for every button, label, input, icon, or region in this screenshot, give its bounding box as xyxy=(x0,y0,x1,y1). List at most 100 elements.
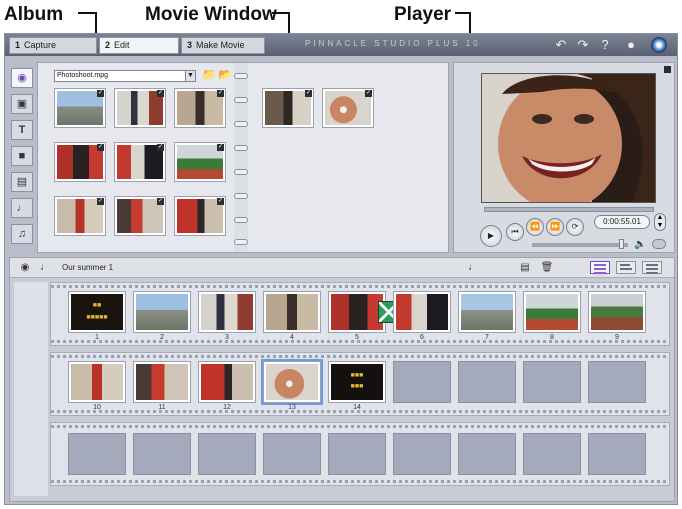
empty-storyboard-slot[interactable] xyxy=(133,433,191,475)
preview-frame xyxy=(482,74,655,202)
clip-number: 10 xyxy=(93,404,101,411)
empty-storyboard-slot[interactable] xyxy=(458,361,516,403)
fullscreen-icon[interactable] xyxy=(652,239,666,249)
scene-image xyxy=(136,364,188,400)
clip-number: 8 xyxy=(550,334,554,341)
video-icon[interactable]: ◉ xyxy=(11,68,33,88)
title-bar: 1 Capture 2 Edit 3 Make Movie PINNACLE STUD… xyxy=(5,34,677,56)
storyboard-clip[interactable] xyxy=(588,291,646,333)
empty-storyboard-slot[interactable] xyxy=(328,433,386,475)
album-callout: Album xyxy=(4,4,64,25)
tab-make-movie[interactable]: 3 Make Movie xyxy=(181,37,265,54)
storyboard-clip[interactable] xyxy=(458,291,516,333)
movie-window-callout-line xyxy=(272,12,289,14)
timeline-view-button[interactable] xyxy=(616,261,636,274)
empty-storyboard-slot[interactable] xyxy=(588,361,646,403)
used-check-icon: ✓ xyxy=(97,144,104,151)
empty-storyboard-slot[interactable] xyxy=(588,433,646,475)
tab-capture[interactable]: 1 Capture xyxy=(9,37,97,54)
storyboard-view-button[interactable] xyxy=(590,261,610,274)
album-scene[interactable]: ✓ xyxy=(114,88,166,128)
menu-icon[interactable]: ▤ xyxy=(11,172,33,192)
play-icon[interactable]: ▶ xyxy=(480,225,502,247)
expand-icon[interactable] xyxy=(664,66,671,73)
album-ring xyxy=(234,121,248,127)
album-scene[interactable]: ✓ xyxy=(54,142,106,182)
tab-edit[interactable]: 2 Edit xyxy=(99,37,179,54)
clip-number: 4 xyxy=(290,334,294,341)
storyboard-clip[interactable] xyxy=(133,291,191,333)
sound-effects-icon[interactable]: ♩ xyxy=(11,198,33,218)
scene-image xyxy=(396,294,448,330)
album-scene[interactable]: ✓ xyxy=(54,196,106,236)
player-scrubber[interactable] xyxy=(484,207,654,212)
storyboard-clip[interactable] xyxy=(133,361,191,403)
trash-icon[interactable]: 🗑 xyxy=(540,261,554,274)
album-scene[interactable]: ✓ xyxy=(322,88,374,128)
clip-number: 14 xyxy=(353,404,361,411)
clip-number: 9 xyxy=(615,334,619,341)
rewind-icon[interactable]: ⏪ xyxy=(526,218,544,236)
album-scene[interactable]: ✓ xyxy=(114,142,166,182)
disc-icon[interactable] xyxy=(651,37,667,53)
album-scene[interactable]: ✓ xyxy=(114,196,166,236)
lightbulb-icon[interactable]: ● xyxy=(623,37,639,53)
clip-number: 2 xyxy=(160,334,164,341)
text-view-button[interactable] xyxy=(642,261,662,274)
storyboard-clip[interactable] xyxy=(68,361,126,403)
studio-app-window: 1 Capture 2 Edit 3 Make Movie PINNACLE STUD… xyxy=(4,33,678,505)
help-icon[interactable]: ? xyxy=(597,37,613,53)
empty-storyboard-slot[interactable] xyxy=(393,361,451,403)
loop-icon[interactable]: ⟳ xyxy=(566,218,584,236)
title-icon[interactable]: T xyxy=(11,120,33,140)
scene-image xyxy=(461,294,513,330)
empty-storyboard-slot[interactable] xyxy=(523,433,581,475)
storyboard-clip[interactable] xyxy=(523,291,581,333)
storyboard-clip[interactable] xyxy=(198,361,256,403)
photo-icon[interactable]: ■ xyxy=(11,146,33,166)
redo-icon[interactable]: ↷ xyxy=(575,37,591,53)
audio-toggle-icon[interactable]: ♩ xyxy=(466,261,480,274)
storyboard-clip[interactable] xyxy=(393,291,451,333)
go-to-start-icon[interactable]: ⏮ xyxy=(506,223,524,241)
volume-slider-handle[interactable] xyxy=(619,239,624,249)
storyboard-clip[interactable] xyxy=(263,291,321,333)
film-perforation xyxy=(51,285,669,288)
film-perforation xyxy=(51,480,669,483)
album-scene[interactable]: ✓ xyxy=(262,88,314,128)
folder-open-icon[interactable]: 📂 xyxy=(218,69,232,81)
player-timecode[interactable]: 0:00:55.01 xyxy=(594,215,650,229)
music-icon[interactable]: ♫ xyxy=(11,224,33,244)
album-scene[interactable]: ✓ xyxy=(174,142,226,182)
album-scene[interactable]: ✓ xyxy=(174,196,226,236)
clip-number: 3 xyxy=(225,334,229,341)
album-scene[interactable]: ✓ xyxy=(54,88,106,128)
camera-icon[interactable]: ◉ xyxy=(18,261,32,274)
fast-forward-icon[interactable]: ⏩ xyxy=(546,218,564,236)
empty-storyboard-slot[interactable] xyxy=(263,433,321,475)
empty-storyboard-slot[interactable] xyxy=(198,433,256,475)
empty-storyboard-slot[interactable] xyxy=(458,433,516,475)
empty-storyboard-slot[interactable] xyxy=(68,433,126,475)
undo-icon[interactable]: ↶ xyxy=(553,37,569,53)
storyboard-clip[interactable] xyxy=(198,291,256,333)
empty-storyboard-slot[interactable] xyxy=(393,433,451,475)
album-source-dropdown[interactable]: Photoshoot.mpg ▼ xyxy=(54,70,196,82)
razor-icon[interactable]: ▤ xyxy=(518,261,532,274)
album-scene[interactable]: ✓ xyxy=(174,88,226,128)
volume-icon[interactable]: 🔈 xyxy=(634,239,646,250)
used-check-icon: ✓ xyxy=(365,90,372,97)
storyboard-clip[interactable]: ■■■ ■■■ xyxy=(328,361,386,403)
volume-slider[interactable] xyxy=(532,243,628,247)
timecode-stepper[interactable]: ▲ ▼ xyxy=(654,213,666,231)
text-view-icon xyxy=(646,264,658,266)
tab-make-movie-label: Make Movie xyxy=(196,40,245,50)
transition-icon[interactable]: ▣ xyxy=(11,94,33,114)
storyboard-clip[interactable]: ■■ ■■■■■ xyxy=(68,291,126,333)
audio-icon[interactable]: ♩ xyxy=(38,261,52,274)
film-perforation xyxy=(51,425,669,428)
storyboard-clip-selected[interactable] xyxy=(261,359,323,405)
tab-make-movie-number: 3 xyxy=(187,40,193,50)
empty-storyboard-slot[interactable] xyxy=(523,361,581,403)
folder-up-icon[interactable]: 📁 xyxy=(202,69,216,81)
